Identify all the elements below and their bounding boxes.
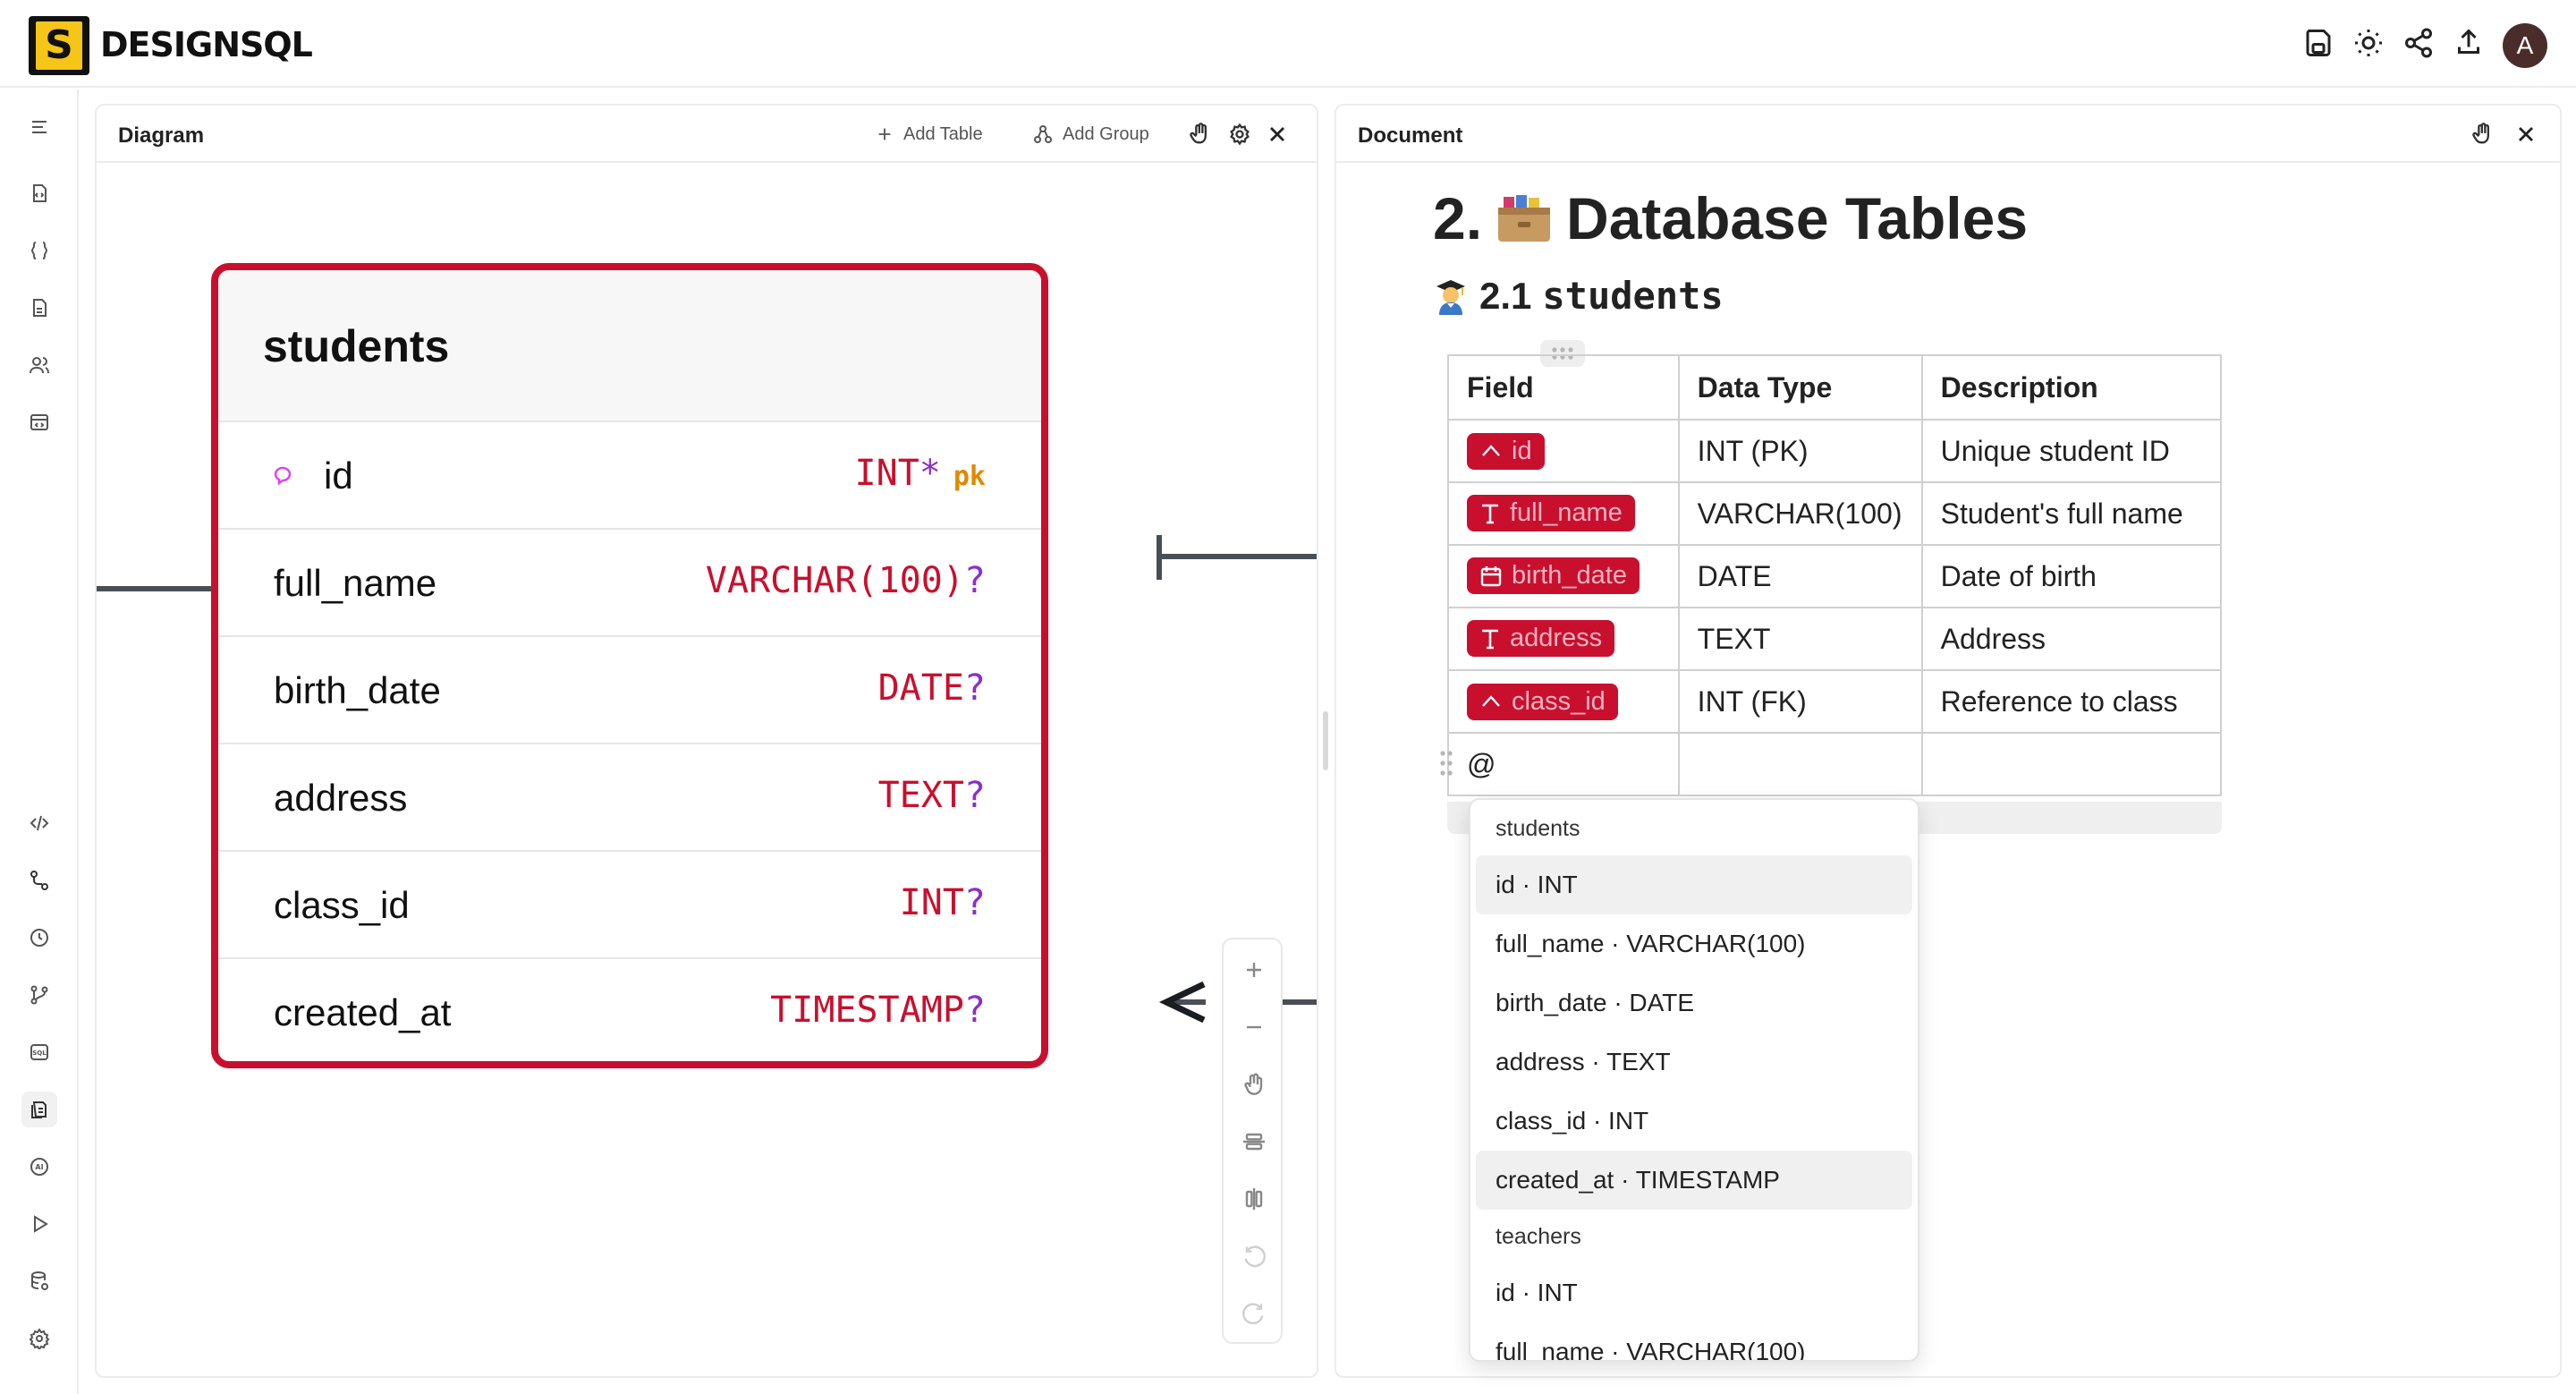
table-row[interactable]: address TEXT Address [1447, 607, 2223, 671]
dropdown-item[interactable]: full_name · VARCHAR(100) [1476, 1322, 1912, 1360]
card-file-box-icon [1496, 193, 1552, 243]
table-row-editing[interactable] [1447, 732, 2223, 796]
document-title: Document [1358, 123, 1463, 148]
undo-icon[interactable] [1240, 1242, 1268, 1271]
key-icon [1482, 445, 1500, 456]
dropdown-group-label: teachers [1496, 1224, 1581, 1249]
table-column-row[interactable]: full_name VARCHAR(100)? [218, 530, 1041, 637]
calendar-icon [1480, 565, 1502, 586]
table-node-header[interactable]: students [218, 270, 1041, 422]
fit-view-icon[interactable] [1240, 1070, 1268, 1099]
cell-description[interactable]: Address [1920, 607, 2223, 671]
cell-empty[interactable] [1677, 732, 1923, 796]
heading-text: Database Tables [1566, 185, 2029, 251]
field-mention-chip[interactable]: birth_date [1467, 557, 1640, 595]
dropdown-item[interactable]: birth_date · DATE [1476, 973, 1912, 1033]
column-type: INT? [899, 882, 986, 923]
dropdown-item[interactable]: created_at · TIMESTAMP [1476, 1151, 1912, 1210]
close-document-icon[interactable] [2513, 122, 2538, 147]
table-row[interactable]: birth_date DATE Date of birth [1447, 544, 2223, 608]
document-heading-1: 2. Database Tables [1433, 184, 2028, 252]
document-pan-hand-icon[interactable] [2470, 122, 2496, 147]
cell-description[interactable]: Student's full name [1920, 481, 2223, 546]
cell-empty[interactable] [1920, 732, 2223, 796]
primary-key-icon [272, 463, 299, 485]
redo-icon[interactable] [1240, 1299, 1268, 1328]
header-data-type: Data Type [1677, 354, 1923, 421]
column-name: full_name [274, 562, 437, 604]
cell-type[interactable]: VARCHAR(100) [1677, 481, 1923, 546]
header-field: Field [1447, 354, 1680, 421]
dropdown-item[interactable]: id · INT [1476, 855, 1912, 914]
table-column-row[interactable]: id INT* pk [218, 422, 1041, 530]
fields-table: Field Data Type Description id INT (PK) … [1447, 354, 2223, 796]
column-name: address [274, 777, 408, 819]
table-row[interactable]: id INT (PK) Unique student ID [1447, 419, 2223, 483]
zoom-in-icon[interactable] [1240, 956, 1268, 984]
table-column-row[interactable]: created_at TIMESTAMP? [218, 959, 1041, 1061]
text-icon [1482, 629, 1498, 650]
cell-type[interactable]: DATE [1677, 544, 1923, 608]
table-column-row[interactable]: class_id INT? [218, 852, 1041, 959]
text-icon [1482, 504, 1498, 524]
column-type: TEXT? [877, 775, 986, 816]
panel-resize-handle[interactable] [1323, 711, 1328, 770]
heading-number: 2. [1433, 185, 1483, 251]
column-type: TIMESTAMP? [770, 990, 986, 1031]
cell-description[interactable]: Reference to class [1920, 669, 2223, 734]
field-mention-chip[interactable]: address [1467, 620, 1615, 658]
column-type: VARCHAR(100)? [705, 560, 986, 601]
column-name: birth_date [274, 669, 441, 711]
dropdown-item[interactable]: full_name · VARCHAR(100) [1476, 914, 1912, 973]
cell-type[interactable]: TEXT [1677, 607, 1923, 671]
cell-type[interactable]: INT (FK) [1677, 669, 1923, 734]
row-drag-handle[interactable] [1436, 743, 1456, 784]
table-node-name: students [263, 321, 450, 371]
subheading-text: students [1542, 274, 1724, 318]
table-column-row[interactable]: address TEXT? [218, 744, 1041, 852]
dropdown-item[interactable]: address · TEXT [1476, 1033, 1912, 1092]
cell-description[interactable]: Unique student ID [1920, 419, 2223, 483]
document-header: Document [1336, 106, 2560, 163]
column-name: id [324, 455, 353, 497]
cell-description[interactable]: Date of birth [1920, 544, 2223, 608]
table-node-students[interactable]: students id INT* pk full_name VARCHAR(100… [211, 263, 1048, 1068]
dropdown-item[interactable]: class_id · INT [1476, 1092, 1912, 1151]
field-mention-chip[interactable]: id [1467, 432, 1545, 470]
table-row[interactable]: full_name VARCHAR(100) Student's full na… [1447, 481, 2223, 546]
key-icon [1482, 695, 1500, 707]
table-row[interactable]: class_id INT (FK) Reference to class [1447, 669, 2223, 734]
dropdown-group-label: students [1496, 816, 1580, 841]
align-vertical-icon[interactable] [1240, 1185, 1268, 1213]
student-emoji-icon [1433, 277, 1469, 315]
column-name: class_id [274, 884, 410, 926]
mention-dropdown: students id · INT full_name · VARCHAR(10… [1469, 798, 1919, 1362]
canvas-controls [1222, 938, 1283, 1344]
field-mention-chip[interactable]: full_name [1467, 495, 1635, 532]
align-horizontal-icon[interactable] [1240, 1127, 1268, 1156]
column-type: DATE? [877, 667, 986, 709]
field-mention-chip[interactable]: class_id [1467, 683, 1618, 720]
subheading-number: 2.1 [1479, 274, 1532, 317]
pk-badge: pk [953, 461, 986, 492]
column-name: created_at [274, 991, 452, 1033]
document-heading-2: 2.1 students [1433, 274, 1724, 318]
dropdown-item[interactable]: id · INT [1476, 1263, 1912, 1322]
column-type: INT* pk [854, 453, 986, 494]
table-header-row: Field Data Type Description [1447, 354, 2223, 421]
table-column-row[interactable]: birth_date DATE? [218, 637, 1041, 744]
zoom-out-icon[interactable] [1240, 1013, 1268, 1041]
cell-type[interactable]: INT (PK) [1677, 419, 1923, 483]
header-description: Description [1920, 354, 2223, 421]
mention-input-text[interactable]: @ [1467, 748, 1496, 781]
